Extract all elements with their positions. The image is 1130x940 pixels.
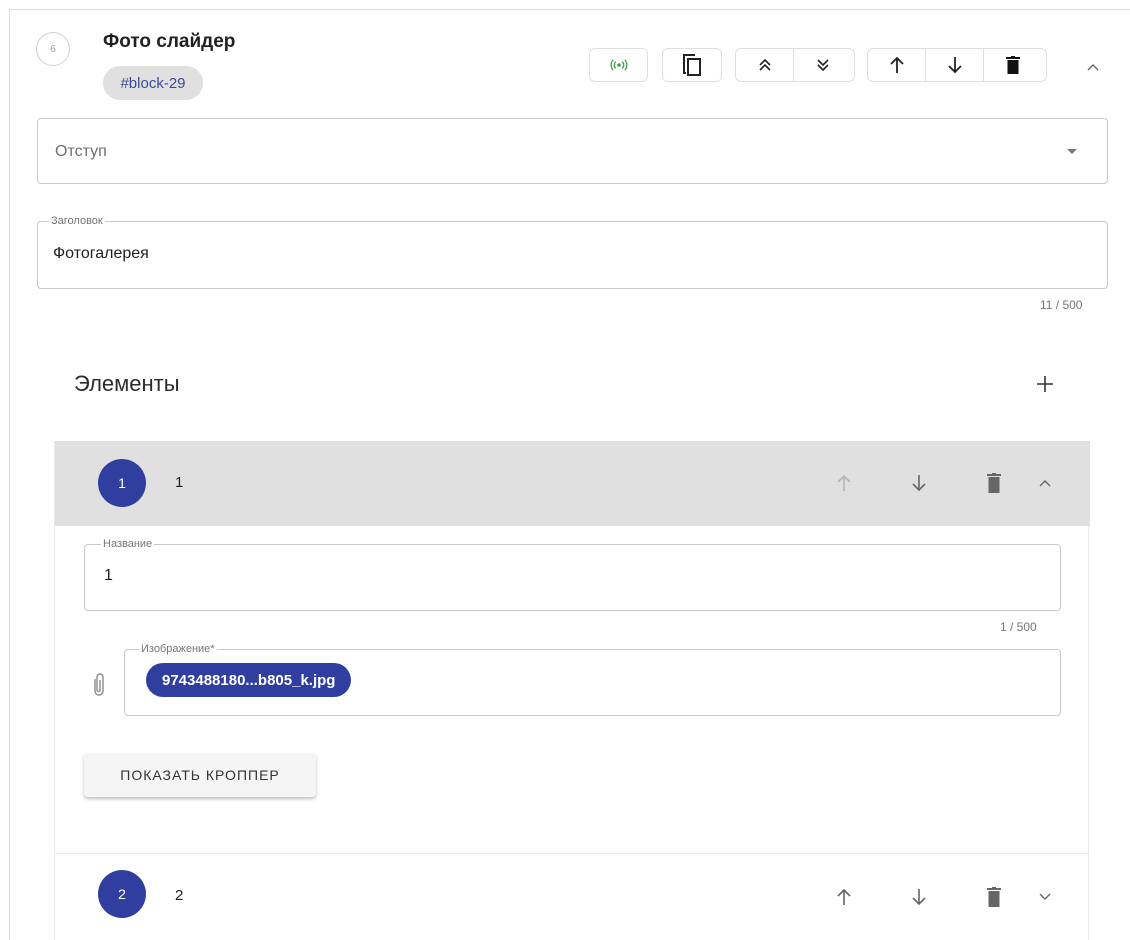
copy-block-button[interactable] [663, 49, 721, 81]
move-up-button[interactable] [868, 49, 926, 81]
delete-block-button[interactable] [984, 49, 1042, 81]
live-toggle-button[interactable] [590, 49, 647, 81]
element-1-image-label: Изображение* [139, 643, 217, 656]
title-field[interactable]: Заголовок Фотогалерея [37, 215, 1108, 289]
double-chevron-down-icon [817, 59, 829, 72]
element-2-delete-button[interactable] [979, 882, 1009, 912]
chevron-down-icon [1039, 893, 1051, 900]
elements-section-title: Элементы [74, 371, 180, 396]
element-1-number-badge: 1 [98, 459, 146, 507]
block-index-badge: 6 [36, 32, 70, 66]
element-2-move-up-button[interactable] [829, 882, 859, 912]
element-1-move-down-button[interactable] [904, 468, 934, 498]
element-2-number-badge: 2 [98, 870, 146, 918]
element-1-name-counter: 1 / 500 [1000, 620, 1037, 634]
chevron-up-icon [1039, 480, 1051, 487]
title-field-label: Заголовок [49, 215, 105, 228]
block-title: Фото слайдер [103, 31, 236, 52]
element-1-move-up-button[interactable] [829, 468, 859, 498]
trash-icon [987, 887, 1001, 907]
move-down-button[interactable] [926, 49, 984, 81]
arrow-down-icon [912, 889, 926, 906]
plus-icon [1037, 376, 1053, 392]
paperclip-icon[interactable] [89, 672, 109, 698]
collapse-block-button[interactable] [1080, 54, 1106, 80]
image-file-chip[interactable]: 9743488180...b805_k.jpg [146, 663, 352, 697]
trash-icon [987, 473, 1001, 493]
double-chevron-up-icon [758, 58, 771, 71]
arrow-up-icon [837, 888, 851, 905]
element-1-delete-button[interactable] [979, 468, 1009, 498]
element-1-name-value[interactable]: 1 [104, 567, 113, 585]
title-field-value[interactable]: Фотогалерея [53, 245, 149, 263]
add-element-button[interactable] [1030, 369, 1060, 399]
arrow-down-icon [912, 475, 926, 492]
element-1-name-label: Название [101, 538, 155, 551]
show-cropper-button[interactable]: ПОКАЗАТЬ КРОППЕР [84, 753, 316, 797]
element-1-title: 1 [175, 474, 184, 491]
move-group [867, 48, 1047, 82]
indent-select[interactable]: Отступ [37, 118, 1108, 184]
indent-select-placeholder: Отступ [55, 143, 107, 160]
arrow-up-icon [889, 56, 904, 73]
copy-group [662, 48, 722, 82]
dropdown-caret-icon [1067, 149, 1077, 154]
arrow-down-icon [947, 57, 962, 74]
fold-group [735, 48, 855, 82]
live-toggle-group [589, 48, 648, 82]
block-anchor-chip[interactable]: #block-29 [103, 66, 203, 100]
element-2-move-down-button[interactable] [904, 882, 934, 912]
element-2-title: 2 [175, 887, 184, 904]
element-2-header[interactable]: 2 2 [55, 854, 1090, 940]
element-1-collapse-button[interactable] [1030, 468, 1060, 498]
title-char-counter: 11 / 500 [1040, 298, 1083, 312]
element-1-header[interactable]: 1 1 [55, 441, 1090, 526]
chevron-up-icon [1087, 64, 1099, 71]
copy-icon [683, 54, 701, 76]
expand-all-button[interactable] [736, 49, 794, 81]
collapse-all-button[interactable] [794, 49, 852, 81]
element-2-expand-button[interactable] [1030, 882, 1060, 912]
broadcast-icon [609, 59, 628, 71]
element-1-image-field[interactable]: Изображение* 9743488180...b805_k.jpg [124, 643, 1061, 716]
trash-icon [1006, 56, 1020, 74]
arrow-up-icon [837, 474, 851, 491]
elements-list: 1 1 Название 1 1 / 500 Изображение* 9743… [54, 441, 1090, 940]
element-1-name-field[interactable]: Название 1 [84, 538, 1061, 611]
